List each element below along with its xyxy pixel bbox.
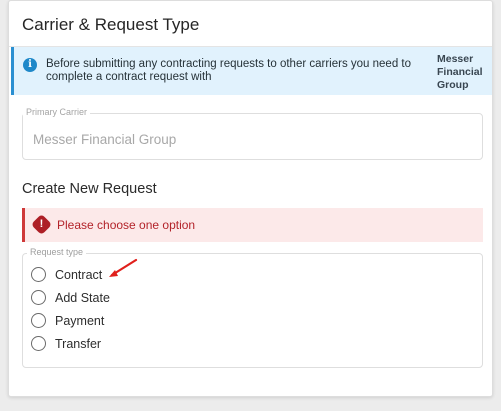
primary-carrier-value: Messer Financial Group [33,132,177,147]
annotation-arrow-icon [109,258,138,277]
error-icon: ! [30,213,53,236]
radio-label: Payment [55,314,105,328]
create-request-title: Create New Request [22,181,157,197]
info-icon: i [23,58,37,72]
radio-label: Contract [55,268,103,282]
radio-label: Add State [55,291,110,305]
radio-circle-icon[interactable] [31,336,46,351]
carrier-request-card: Carrier & Request Type i Before submitti… [8,0,493,397]
error-alert: ! Please choose one option [22,208,483,242]
card-header: Carrier & Request Type [9,1,492,47]
radio-option-payment[interactable]: Payment [31,312,171,330]
radio-label: Transfer [55,337,102,351]
info-alert: i Before submitting any contracting requ… [11,47,492,95]
primary-carrier-label: Primary Carrier [23,107,91,117]
radio-circle-icon[interactable] [31,267,46,282]
radio-option-add-state[interactable]: Add State [31,289,171,307]
info-alert-carrier-name: Messer Financial Group [437,53,483,91]
radio-option-transfer[interactable]: Transfer [31,335,171,353]
radio-circle-icon[interactable] [31,313,46,328]
info-alert-message: Before submitting any contracting reques… [46,58,412,83]
request-type-legend: Request type [27,247,87,257]
card-title: Carrier & Request Type [22,15,200,34]
primary-carrier-field: Messer Financial Group [22,113,483,160]
error-alert-message: Please choose one option [57,218,196,232]
radio-option-contract[interactable]: Contract [31,266,171,284]
radio-circle-icon[interactable] [31,290,46,305]
